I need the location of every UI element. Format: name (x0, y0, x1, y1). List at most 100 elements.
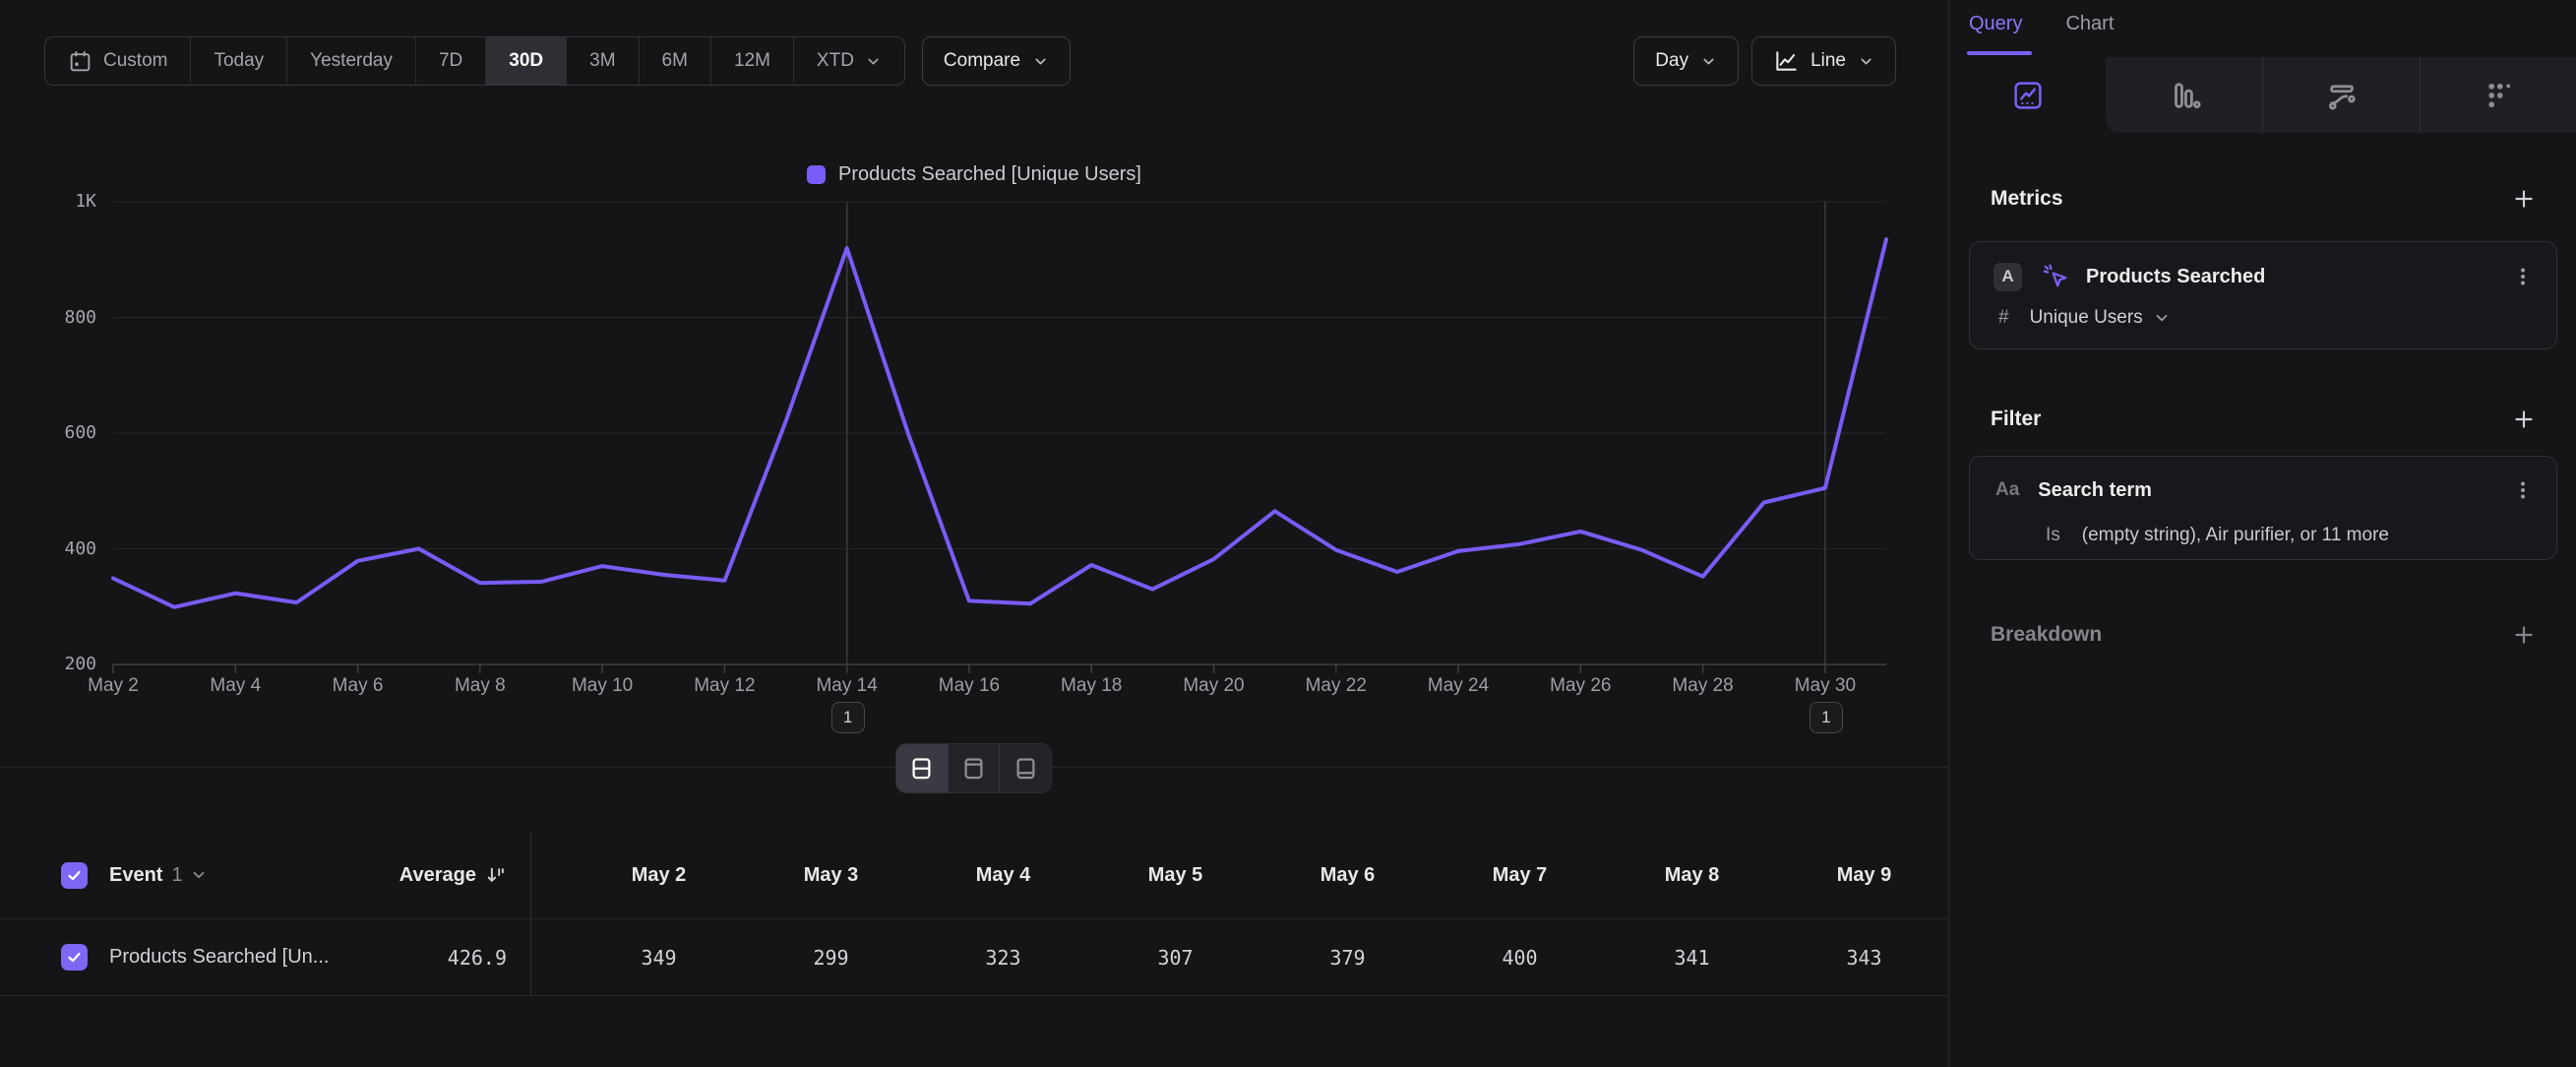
insights-icon (2010, 78, 2046, 113)
metric-letter-badge: A (1993, 263, 2022, 291)
date-column-header[interactable]: May 5 (1089, 864, 1261, 887)
sort-descending-icon[interactable] (485, 864, 507, 886)
x-axis-label: May 6 (289, 675, 427, 697)
flows-icon (2325, 79, 2359, 112)
y-axis-label: 1K (20, 191, 96, 212)
filter-heading: Filter (1991, 408, 2041, 431)
date-cell-value: 379 (1261, 946, 1434, 970)
tab-query[interactable]: Query (1969, 13, 2022, 35)
date-cell-value: 400 (1434, 946, 1606, 970)
filter-operator[interactable]: Is (2046, 525, 2060, 546)
view-toggle (895, 743, 1052, 793)
x-axis-label: May 12 (655, 675, 793, 697)
series-name[interactable]: Products Searched [Un... (109, 946, 329, 969)
retention-icon (2483, 79, 2516, 112)
tab-chart[interactable]: Chart (2065, 13, 2114, 35)
date-cell-value: 299 (745, 946, 917, 970)
event-count: 1 (171, 864, 182, 887)
x-axis-label: May 16 (900, 675, 1038, 697)
x-axis-label: May 24 (1389, 675, 1527, 697)
metric-title-row: A Products Searched (1970, 257, 2556, 296)
kebab-menu-icon[interactable] (2511, 265, 2535, 288)
funnels-icon (2168, 79, 2201, 112)
date-column-header[interactable]: May 6 (1261, 864, 1434, 887)
annotation-badge[interactable]: 1 (831, 702, 865, 733)
x-axis-label: May 30 (1756, 675, 1894, 697)
x-axis-label: May 8 (411, 675, 549, 697)
check-icon (66, 949, 83, 966)
x-axis-label: May 26 (1511, 675, 1649, 697)
query-sidebar: Query Chart Metrics A Products Searched … (1948, 0, 2576, 1067)
check-icon (66, 867, 83, 884)
metric-card[interactable]: A Products Searched # Unique Users (1969, 241, 2557, 349)
line-chart-canvas[interactable] (0, 0, 1948, 768)
x-axis-label: May 4 (166, 675, 304, 697)
chart-only-view-icon (960, 755, 987, 782)
date-column-header[interactable]: May 7 (1434, 864, 1606, 887)
event-row-cell: Products Searched [Un... 426.9 (0, 919, 531, 995)
split-view-button[interactable] (896, 744, 948, 792)
date-cell-value: 349 (573, 946, 745, 970)
table-row: Products Searched [Un... 426.9 349299323… (0, 919, 1948, 996)
y-axis-label: 600 (20, 422, 96, 443)
date-column-header[interactable]: May 4 (917, 864, 1089, 887)
date-cell-value: 307 (1089, 946, 1261, 970)
event-header-cell: Event 1 Average (0, 832, 531, 918)
table-only-view-icon (1012, 755, 1039, 782)
y-axis-label: 200 (20, 654, 96, 674)
average-column-label[interactable]: Average (399, 864, 476, 887)
report-tab-flows[interactable] (2262, 57, 2420, 133)
metrics-section-header: Metrics (1991, 182, 2537, 216)
x-axis-label: May 22 (1267, 675, 1405, 697)
add-filter-button[interactable] (2511, 407, 2537, 432)
measure-row: # Unique Users (1970, 299, 2556, 337)
date-column-header[interactable]: May 2 (573, 864, 745, 887)
y-axis-label: 400 (20, 538, 96, 559)
date-cell-value: 343 (1778, 946, 1950, 970)
filter-section-header: Filter (1991, 403, 2537, 436)
date-header-cells: May 2May 3May 4May 5May 6May 7May 8May 9 (573, 864, 1950, 887)
date-cell-value: 341 (1606, 946, 1778, 970)
measure-dropdown[interactable]: Unique Users (2030, 307, 2143, 329)
main-panel: CustomTodayYesterday7D30D3M6M12MXTD Comp… (0, 0, 1948, 1067)
metrics-heading: Metrics (1991, 187, 2063, 211)
table-view-button[interactable] (999, 744, 1051, 792)
x-axis-label: May 18 (1022, 675, 1160, 697)
chart-view-button[interactable] (948, 744, 1000, 792)
date-column-header[interactable]: May 9 (1778, 864, 1950, 887)
date-cell-value: 323 (917, 946, 1089, 970)
breakdown-heading: Breakdown (1991, 623, 2102, 647)
kebab-menu-icon[interactable] (2511, 478, 2535, 502)
line-chart[interactable]: 1K 800 600 400 200May 2May 4May 6May 8May 10… (0, 0, 1948, 768)
average-value: 426.9 (448, 946, 507, 970)
chevron-down-icon[interactable] (2153, 309, 2171, 327)
row-checkbox[interactable] (61, 944, 88, 971)
report-type-tabs (1949, 57, 2576, 133)
y-axis-label: 800 (20, 307, 96, 328)
x-axis-label: May 2 (44, 675, 182, 697)
select-all-checkbox[interactable] (61, 862, 88, 889)
filter-condition-row: Is (empty string), Air purifier, or 11 m… (1970, 518, 2556, 553)
chevron-down-icon[interactable] (190, 866, 208, 884)
event-click-icon (2041, 262, 2070, 291)
add-metric-button[interactable] (2511, 186, 2537, 212)
annotation-badge[interactable]: 1 (1809, 702, 1843, 733)
report-tab-funnels[interactable] (2106, 57, 2262, 133)
active-tab-indicator (1967, 51, 2032, 55)
date-column-header[interactable]: May 8 (1606, 864, 1778, 887)
metric-name[interactable]: Products Searched (2086, 266, 2265, 288)
report-tab-insights[interactable] (1949, 57, 2106, 133)
filter-value[interactable]: (empty string), Air purifier, or 11 more (2082, 525, 2389, 546)
add-breakdown-button[interactable] (2511, 622, 2537, 648)
x-axis-label: May 20 (1144, 675, 1282, 697)
filter-card[interactable]: Aa Search term Is (empty string), Air pu… (1969, 456, 2557, 560)
x-axis-label: May 10 (533, 675, 671, 697)
results-table: Event 1 Average May 2May 3May 4May 5May … (0, 832, 1948, 996)
sidebar-tabs: Query Chart (1969, 13, 2114, 35)
filter-property-name[interactable]: Search term (2038, 479, 2152, 502)
date-column-header[interactable]: May 3 (745, 864, 917, 887)
report-tab-retention[interactable] (2420, 57, 2576, 133)
event-column-label[interactable]: Event (109, 864, 162, 887)
x-axis-label: May 28 (1634, 675, 1772, 697)
measure-prefix: # (1998, 307, 2009, 329)
